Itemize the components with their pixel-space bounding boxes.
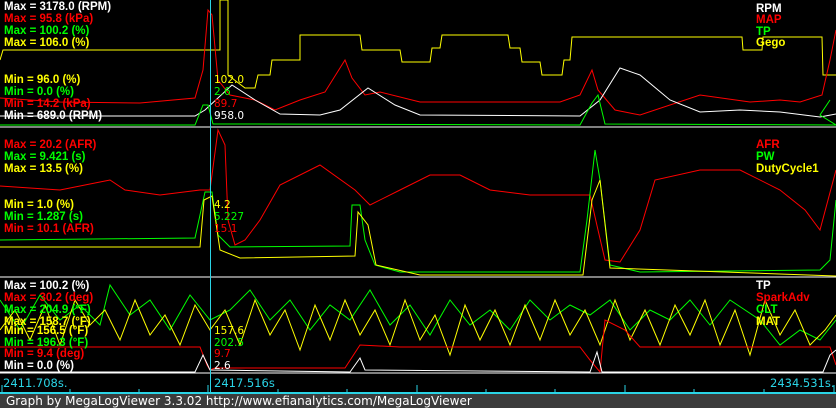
legend-map: MAP [756, 14, 782, 26]
legend-dutycycle1: DutyCycle1 [756, 163, 819, 175]
legend-mat: MAT [756, 316, 781, 328]
gego-trace [0, 0, 836, 89]
rpm-value: 958.0 [214, 110, 245, 122]
gego-min: Min = 96.0 (%) [4, 74, 81, 86]
legend-pw: PW [756, 151, 775, 163]
time-end: 2434.531s. [770, 376, 835, 390]
dutycycle-max: Max = 13.5 (%) [4, 163, 83, 175]
time-ticks [1, 385, 835, 393]
pw-trace [0, 149, 836, 273]
tp-value: 2.6 [214, 86, 231, 98]
map-max: Max = 95.8 (kPa) [4, 13, 94, 25]
legend-afr: AFR [756, 139, 780, 151]
footer-credit: Graph by MegaLogViewer 3.3.02 http://www… [0, 394, 836, 408]
sparkadv-value: 9.7 [214, 348, 231, 360]
pw-value: 5.227 [214, 211, 245, 223]
map-value: 89.7 [214, 98, 238, 110]
sparkadv-min: Min = 9.4 (deg) [4, 348, 85, 360]
afr-min: Min = 10.1 (AFR) [4, 223, 94, 235]
time-cursor: 2417.516s [214, 376, 275, 390]
dutycycle-value: 4.2 [214, 199, 231, 211]
tp2-max: Max = 100.2 (%) [4, 280, 90, 292]
map-min: Min = 14.2 (kPa) [4, 98, 91, 110]
pw-max: Max = 9.421 (s) [4, 151, 86, 163]
legend-tp2: TP [756, 280, 771, 292]
sparkadv-max: Max = 30.2 (deg) [4, 292, 94, 304]
afr-trace [0, 128, 836, 263]
afr-max: Max = 20.2 (AFR) [4, 139, 97, 151]
legend-clt: CLT [756, 304, 778, 316]
rpm-min: Min = 689.0 (RPM) [4, 110, 103, 122]
tp2-value: 2.6 [214, 360, 231, 372]
clt-max: Max = 204.9 (°F) [4, 304, 91, 316]
rpm-trace [0, 67, 836, 118]
tp2-trace [0, 349, 836, 373]
mat-min: Min = 156.5 (°F) [4, 325, 89, 337]
legend-sparkadv: SparkAdv [756, 292, 810, 304]
tp-trace [0, 93, 836, 126]
gego-max: Max = 106.0 (%) [4, 37, 90, 49]
tp-min: Min = 0.0 (%) [4, 86, 74, 98]
mat-value: 157.6 [214, 325, 245, 337]
gego-value: 102.0 [214, 74, 245, 86]
rpm-max: Max = 3178.0 (RPM) [4, 1, 112, 13]
sparkadv-trace [0, 319, 836, 374]
time-start: 2411.708s. [3, 376, 68, 390]
legend-gego: Gego [756, 37, 786, 49]
dutycycle-trace [0, 179, 836, 277]
tp2-min: Min = 0.0 (%) [4, 360, 74, 372]
tp-max: Max = 100.2 (%) [4, 25, 90, 37]
dutycycle-min: Min = 1.0 (%) [4, 199, 74, 211]
afr-value: 15.1 [214, 223, 238, 235]
pw-min: Min = 1.287 (s) [4, 211, 83, 223]
graph-traces[interactable] [0, 0, 836, 408]
